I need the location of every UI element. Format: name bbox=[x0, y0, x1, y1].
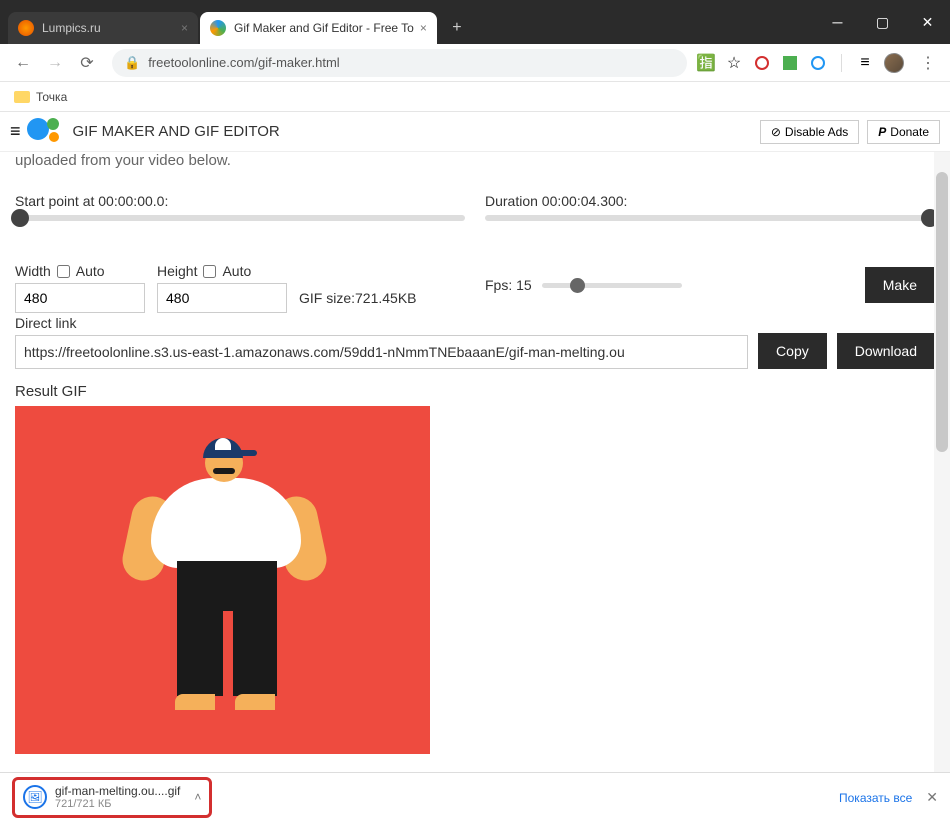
disable-ads-button[interactable]: ⊘ Disable Ads bbox=[760, 120, 859, 144]
chevron-up-icon[interactable]: ˄ bbox=[194, 790, 201, 804]
bookmarks-bar: Точка bbox=[0, 82, 950, 112]
paypal-icon: P bbox=[878, 125, 886, 139]
height-auto-checkbox[interactable] bbox=[203, 265, 216, 278]
scrollbar-thumb[interactable] bbox=[936, 172, 948, 452]
logo-icon bbox=[29, 118, 65, 146]
block-icon: ⊘ bbox=[771, 125, 781, 139]
height-input[interactable] bbox=[157, 283, 287, 313]
file-icon: 🖼 bbox=[23, 785, 47, 809]
start-point-label: Start point at 00:00:00.0: bbox=[15, 193, 465, 209]
duration-label: Duration 00:00:04.300: bbox=[485, 193, 935, 209]
tab-lumpics[interactable]: Lumpics.ru × bbox=[8, 12, 198, 44]
bookmark-folder[interactable]: Точка bbox=[14, 90, 67, 104]
tab-title: Lumpics.ru bbox=[42, 21, 175, 35]
copy-button[interactable]: Copy bbox=[758, 333, 827, 369]
menu-icon[interactable]: ≡ bbox=[10, 121, 21, 142]
forward-button[interactable]: → bbox=[40, 48, 70, 78]
url-text: freetoolonline.com/gif-maker.html bbox=[148, 55, 339, 70]
divider bbox=[841, 54, 842, 72]
intro-text: uploaded from your video below. bbox=[15, 152, 935, 169]
width-input[interactable] bbox=[15, 283, 145, 313]
extension-icon[interactable] bbox=[781, 54, 799, 72]
gif-size-text: GIF size:721.45KB bbox=[299, 290, 417, 313]
close-button[interactable]: ✕ bbox=[905, 0, 950, 44]
app-header: ≡ GIF MAKER AND GIF EDITOR ⊘ Disable Ads… bbox=[0, 112, 950, 152]
profile-avatar[interactable] bbox=[884, 53, 904, 73]
direct-link-label: Direct link bbox=[15, 315, 748, 331]
extension-icon[interactable] bbox=[809, 54, 827, 72]
auto-label: Auto bbox=[76, 263, 105, 279]
new-tab-button[interactable]: + bbox=[443, 14, 471, 42]
show-all-downloads[interactable]: Показать все bbox=[839, 791, 912, 805]
download-size: 721/721 КБ bbox=[55, 798, 180, 811]
make-button[interactable]: Make bbox=[865, 267, 935, 303]
back-button[interactable]: ← bbox=[8, 48, 38, 78]
address-bar[interactable]: 🔒 freetoolonline.com/gif-maker.html bbox=[112, 49, 687, 77]
folder-icon bbox=[14, 91, 30, 103]
menu-button[interactable]: ⋮ bbox=[914, 53, 942, 73]
tab-close-icon[interactable]: × bbox=[420, 21, 427, 35]
page-content: uploaded from your video below. Start po… bbox=[0, 152, 950, 772]
favicon-icon bbox=[210, 20, 226, 36]
duration-slider[interactable] bbox=[485, 215, 935, 221]
favicon-icon bbox=[18, 20, 34, 36]
download-filename: gif-man-melting.ou....gif bbox=[55, 784, 180, 798]
start-point-slider[interactable] bbox=[15, 215, 465, 221]
lock-icon: 🔒 bbox=[124, 55, 140, 71]
height-label: Height bbox=[157, 263, 197, 279]
download-item[interactable]: 🖼 gif-man-melting.ou....gif 721/721 КБ ˄ bbox=[12, 777, 212, 819]
close-downloads-icon[interactable]: ✕ bbox=[926, 789, 938, 806]
translate-icon[interactable]: 🈯 bbox=[697, 54, 715, 72]
result-gif-label: Result GIF bbox=[15, 383, 935, 400]
app-title: GIF MAKER AND GIF EDITOR bbox=[73, 123, 280, 140]
extension-icons: 🈯 ☆ ≡ ⋮ bbox=[697, 53, 942, 73]
reload-button[interactable]: ⟳ bbox=[72, 48, 102, 78]
minimize-button[interactable]: ─ bbox=[815, 0, 860, 44]
direct-link-input[interactable]: https://freetoolonline.s3.us-east-1.amaz… bbox=[15, 335, 748, 369]
download-button[interactable]: Download bbox=[837, 333, 935, 369]
fps-label: Fps: 15 bbox=[485, 277, 532, 293]
window-controls: ─ ▢ ✕ bbox=[815, 0, 950, 44]
tab-title: Gif Maker and Gif Editor - Free To bbox=[234, 21, 414, 35]
width-auto-checkbox[interactable] bbox=[57, 265, 70, 278]
slider-thumb[interactable] bbox=[11, 209, 29, 227]
maximize-button[interactable]: ▢ bbox=[860, 0, 905, 44]
auto-label: Auto bbox=[222, 263, 251, 279]
browser-toolbar: ← → ⟳ 🔒 freetoolonline.com/gif-maker.htm… bbox=[0, 44, 950, 82]
fps-slider[interactable] bbox=[542, 283, 682, 288]
slider-thumb[interactable] bbox=[570, 278, 585, 293]
result-gif-image bbox=[15, 406, 430, 754]
extension-icon[interactable] bbox=[753, 54, 771, 72]
reading-list-icon[interactable]: ≡ bbox=[856, 54, 874, 72]
window-titlebar: Lumpics.ru × Gif Maker and Gif Editor - … bbox=[0, 0, 950, 44]
width-label: Width bbox=[15, 263, 51, 279]
tab-close-icon[interactable]: × bbox=[181, 21, 188, 35]
vertical-scrollbar[interactable] bbox=[934, 152, 950, 772]
bookmark-label: Точка bbox=[36, 90, 67, 104]
tab-strip: Lumpics.ru × Gif Maker and Gif Editor - … bbox=[0, 0, 815, 44]
donate-button[interactable]: P Donate bbox=[867, 120, 940, 144]
tab-gifmaker[interactable]: Gif Maker and Gif Editor - Free To × bbox=[200, 12, 437, 44]
download-bar: 🖼 gif-man-melting.ou....gif 721/721 КБ ˄… bbox=[0, 772, 950, 822]
star-icon[interactable]: ☆ bbox=[725, 54, 743, 72]
